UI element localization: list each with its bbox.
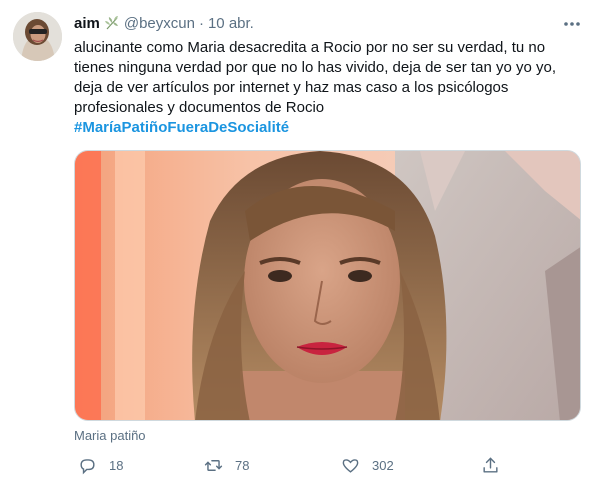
like-count: 302 — [372, 457, 394, 473]
tweet: aim @beyxcun · 10 abr. alucinante como M… — [0, 0, 592, 483]
retweet-count: 78 — [235, 457, 250, 473]
author-handle[interactable]: @beyxcun — [124, 15, 195, 32]
heart-icon — [341, 456, 360, 475]
tweet-date[interactable]: 10 abr. — [208, 15, 254, 32]
reply-count: 18 — [109, 457, 124, 473]
tweet-text-line: deja de ver artículos por internet y haz… — [74, 79, 509, 96]
tweet-text-line: profesionales y documentos de Rocio — [74, 99, 325, 116]
reply-button[interactable]: 18 — [78, 455, 123, 475]
share-icon — [481, 456, 500, 475]
reply-icon — [78, 456, 97, 475]
like-button[interactable]: 302 — [341, 455, 394, 475]
tweet-text-line: alucinante como Maria desacredita a Roci… — [74, 39, 546, 56]
tweet-text-line: tienes ninguna verdad por que no lo has … — [74, 59, 556, 76]
hashtag-link[interactable]: #MaríaPatiñoFueraDeSocialité — [74, 118, 582, 138]
leaf-emoji-icon — [104, 15, 120, 31]
tweet-text: alucinante como Maria desacredita a Roci… — [74, 38, 582, 138]
retweet-button[interactable]: 78 — [204, 455, 249, 475]
author-name[interactable]: aim — [74, 15, 100, 32]
header-separator: · — [198, 14, 204, 32]
media-caption: Maria patiño — [74, 428, 146, 443]
more-options-icon[interactable] — [561, 14, 583, 34]
tweet-actions: 18 78 302 — [74, 455, 504, 475]
share-button[interactable] — [481, 455, 500, 475]
avatar[interactable] — [13, 12, 62, 61]
tweet-media-image[interactable] — [74, 150, 581, 421]
retweet-icon — [204, 456, 223, 475]
tweet-header: aim @beyxcun · 10 abr. — [74, 13, 254, 33]
